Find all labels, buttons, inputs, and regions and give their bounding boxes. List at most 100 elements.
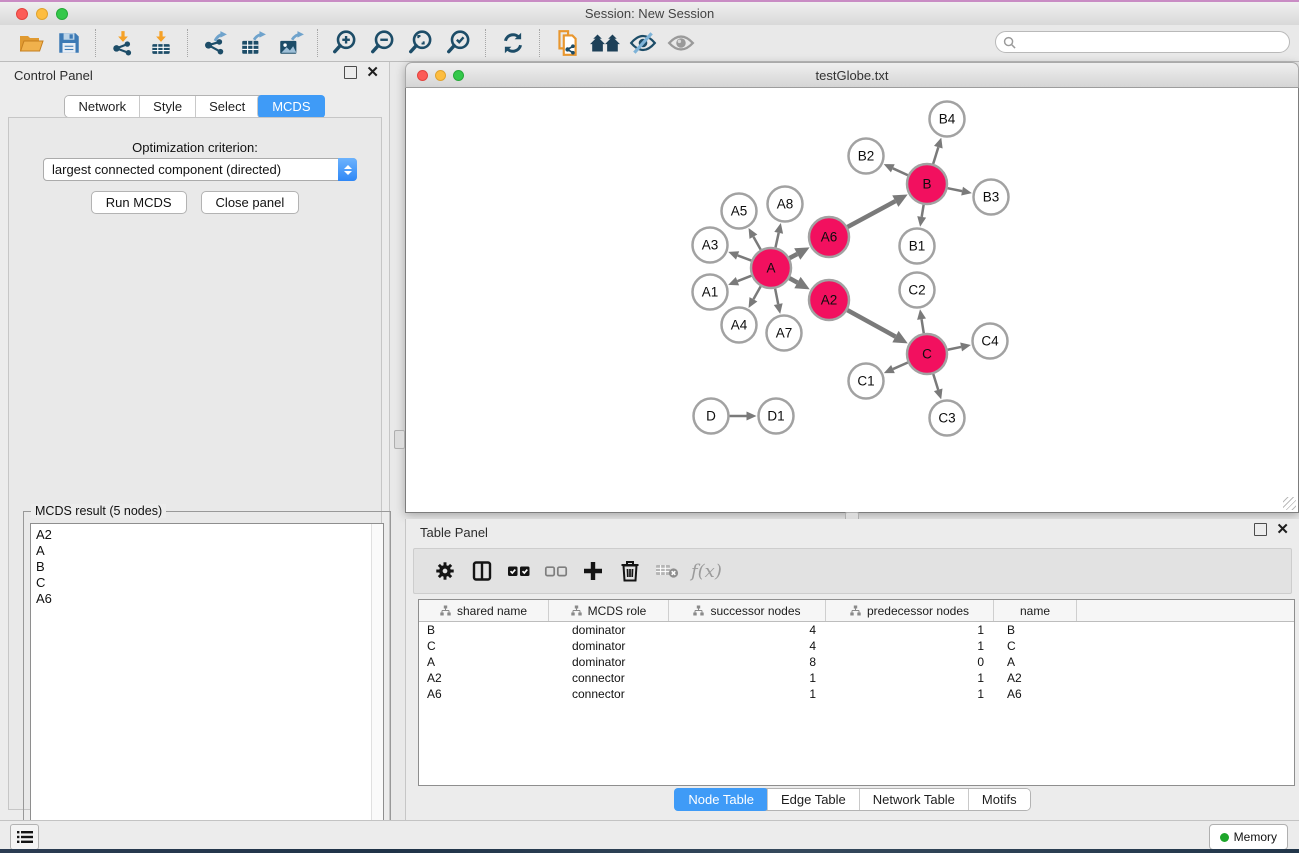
graph-edge-A-A6[interactable] [790, 254, 798, 258]
graph-edge-A6-B[interactable] [847, 201, 895, 227]
tab-select[interactable]: Select [195, 96, 258, 117]
close-panel-button[interactable]: Close panel [201, 191, 300, 214]
tab-network[interactable]: Network [65, 96, 139, 117]
hierarchy-icon [850, 605, 861, 616]
graph-edge-A2-C[interactable] [847, 310, 895, 336]
tab-motifs[interactable]: Motifs [968, 789, 1030, 810]
tab-network-table[interactable]: Network Table [859, 789, 968, 810]
result-list-item[interactable]: B [36, 559, 383, 575]
graph-edge-A-A2[interactable] [789, 278, 797, 282]
tab-mcds[interactable]: MCDS [257, 95, 324, 118]
edge-arrowhead-icon [934, 389, 943, 400]
memory-button[interactable]: Memory [1209, 824, 1288, 850]
toolbar-separator [317, 29, 319, 57]
float-table-panel-icon[interactable] [1254, 523, 1267, 536]
edge-arrowhead-icon [934, 138, 943, 149]
search-box[interactable] [995, 31, 1290, 53]
settings-gear-icon[interactable] [426, 554, 463, 588]
add-column-icon[interactable] [574, 554, 611, 588]
graph-edge-C-C1[interactable] [893, 362, 908, 369]
close-table-panel-icon[interactable]: ✕ [1276, 524, 1289, 535]
net-zoom-icon[interactable] [453, 70, 464, 81]
table-row[interactable]: Bdominator41B [419, 622, 1294, 638]
open-session-icon[interactable] [12, 27, 50, 59]
graph-edge-B-B2[interactable] [893, 168, 908, 175]
network-graph[interactable]: AA1A2A3A4A5A6A7A8BB1B2B3B4CC1C2C3C4DD1 [406, 88, 1298, 512]
mcds-result-list[interactable]: A2ABCA6 [30, 523, 384, 849]
table-row[interactable]: A6connector11A6 [419, 686, 1294, 702]
zoom-in-icon[interactable] [326, 27, 364, 59]
float-panel-icon[interactable] [344, 66, 357, 79]
graph-edge-A-A5[interactable] [753, 237, 760, 250]
graph-edge-B-B3[interactable] [948, 188, 963, 191]
graph-edge-C-C4[interactable] [948, 347, 962, 350]
column-header-successor-nodes[interactable]: successor nodes [669, 600, 826, 621]
graph-edge-C-C2[interactable] [922, 319, 924, 333]
graph-node-label: A1 [702, 285, 719, 300]
table-row[interactable]: Adominator80A [419, 654, 1294, 670]
show-view-icon[interactable] [662, 27, 700, 59]
hide-network-view-icon[interactable] [624, 27, 662, 59]
minimize-window-icon[interactable] [36, 8, 48, 20]
table-row[interactable]: A2connector11A2 [419, 670, 1294, 686]
export-table-icon[interactable] [234, 27, 272, 59]
graph-edge-A-A1[interactable] [737, 276, 751, 282]
deselect-all-icon[interactable] [537, 554, 574, 588]
refresh-icon[interactable] [494, 27, 532, 59]
delete-icon[interactable] [611, 554, 648, 588]
select-all-icon[interactable] [500, 554, 537, 588]
result-list-item[interactable]: C [36, 575, 383, 591]
function-builder-icon[interactable]: f(x) [691, 561, 722, 582]
column-header-predecessor-nodes[interactable]: predecessor nodes [826, 600, 994, 621]
export-image-icon[interactable] [272, 27, 310, 59]
hierarchy-icon [440, 605, 451, 616]
export-network-icon[interactable] [196, 27, 234, 59]
close-window-icon[interactable] [16, 8, 28, 20]
column-header-MCDS-role[interactable]: MCDS role [549, 600, 669, 621]
result-list-item[interactable]: A6 [36, 591, 383, 607]
graph-edge-B-B4[interactable] [933, 147, 938, 164]
window-resize-handle[interactable] [1283, 497, 1296, 510]
table-row[interactable]: Cdominator41C [419, 638, 1294, 654]
save-session-icon[interactable] [50, 27, 88, 59]
result-list-item[interactable]: A2 [36, 527, 383, 543]
result-list-item[interactable]: A [36, 543, 383, 559]
network-window-titlebar[interactable]: testGlobe.txt [405, 62, 1299, 88]
column-visibility-icon[interactable] [463, 554, 500, 588]
net-close-icon[interactable] [417, 70, 428, 81]
tab-edge-table[interactable]: Edge Table [767, 789, 859, 810]
search-input[interactable] [1020, 34, 1289, 50]
clone-network-icon[interactable] [548, 27, 586, 59]
graph-edge-B-B1[interactable] [922, 205, 924, 217]
graph-edge-A-A8[interactable] [775, 233, 778, 248]
graph-node-label: D1 [767, 409, 784, 424]
import-network-icon[interactable] [104, 27, 142, 59]
hierarchy-icon [693, 605, 704, 616]
zoom-out-icon[interactable] [364, 27, 402, 59]
result-list-scrollbar[interactable] [371, 524, 383, 848]
column-header-shared-name[interactable]: shared name [419, 600, 549, 621]
import-table-icon[interactable] [142, 27, 180, 59]
table-cell: C [419, 639, 549, 653]
run-mcds-button[interactable]: Run MCDS [91, 191, 187, 214]
tab-style[interactable]: Style [139, 96, 195, 117]
task-history-button[interactable] [10, 824, 39, 850]
graph-edge-A-A4[interactable] [753, 286, 760, 299]
graph-edge-A-A7[interactable] [775, 289, 778, 304]
graph-edge-A-A3[interactable] [738, 255, 752, 260]
delete-table-icon[interactable] [648, 554, 685, 588]
criterion-select[interactable]: largest connected component (directed) [43, 158, 357, 181]
tab-node-table[interactable]: Node Table [674, 788, 768, 811]
zoom-window-icon[interactable] [56, 8, 68, 20]
column-header-name[interactable]: name [994, 600, 1077, 621]
zoom-selected-icon[interactable] [440, 27, 478, 59]
close-panel-icon[interactable]: ✕ [366, 67, 379, 78]
graph-edge-C-C3[interactable] [933, 374, 938, 390]
show-all-networks-icon[interactable] [586, 27, 624, 59]
table-cell: 1 [669, 671, 826, 685]
vertical-splitter-grip[interactable] [394, 430, 405, 449]
zoom-fit-icon[interactable] [402, 27, 440, 59]
node-table[interactable]: shared nameMCDS rolesuccessor nodesprede… [418, 599, 1295, 786]
net-minimize-icon[interactable] [435, 70, 446, 81]
network-canvas[interactable]: AA1A2A3A4A5A6A7A8BB1B2B3B4CC1C2C3C4DD1 [405, 88, 1299, 513]
